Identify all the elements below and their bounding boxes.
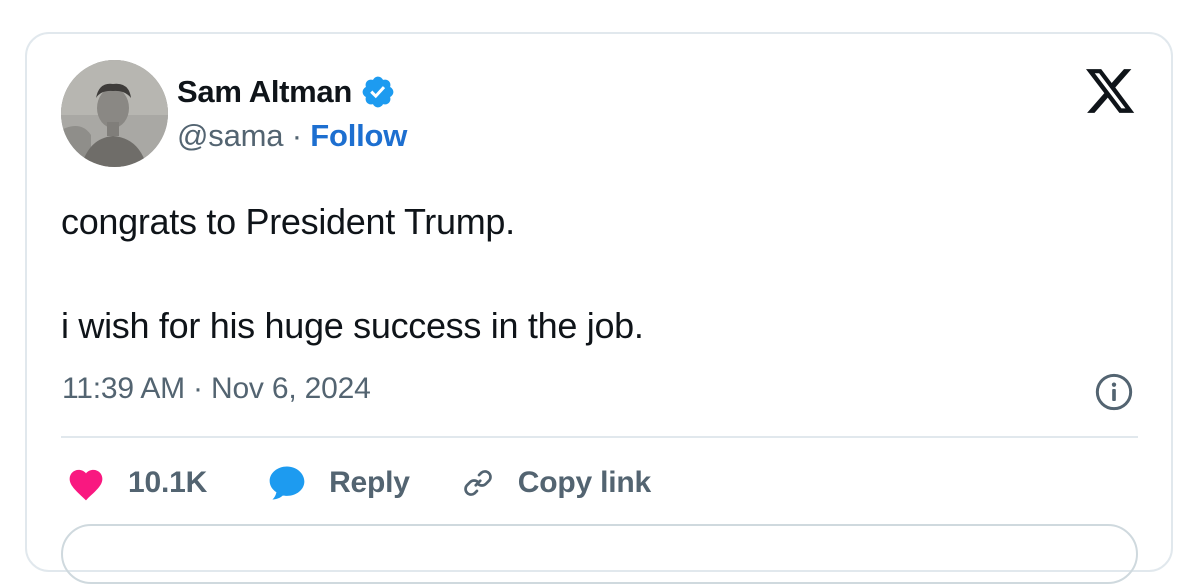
action-bar: 10.1K Reply Copy link: [66, 460, 651, 506]
reply-button[interactable]: Reply: [267, 464, 410, 502]
tweet-text: congrats to President Trump. i wish for …: [61, 196, 1121, 352]
verified-badge-icon: [362, 76, 394, 108]
link-icon: [463, 470, 492, 496]
copy-link-label: Copy link: [517, 466, 651, 499]
handle-row: @sama · Follow: [177, 118, 407, 154]
divider: [61, 436, 1138, 438]
heart-icon: [69, 469, 103, 501]
tweet-line-1: congrats to President Trump.: [61, 201, 515, 242]
speech-bubble-icon: [269, 466, 305, 500]
reply-label: Reply: [329, 466, 410, 499]
like-count: 10.1K: [128, 466, 208, 499]
tweet-timestamp[interactable]: 11:39 AM · Nov 6, 2024: [62, 372, 371, 406]
avatar[interactable]: [61, 60, 168, 167]
x-logo-icon[interactable]: [1086, 69, 1136, 115]
author-name[interactable]: Sam Altman: [177, 74, 352, 110]
like-button[interactable]: 10.1K: [66, 465, 207, 501]
author-name-row: Sam Altman: [177, 72, 396, 112]
info-icon[interactable]: [1094, 372, 1134, 412]
handle-separator: ·: [283, 118, 311, 153]
copy-link-button[interactable]: Copy link: [460, 465, 651, 501]
read-replies-button[interactable]: [61, 524, 1138, 584]
author-handle[interactable]: @sama: [177, 118, 283, 153]
follow-link[interactable]: Follow: [310, 118, 407, 153]
tweet-line-2: i wish for his huge success in the job.: [61, 305, 644, 346]
